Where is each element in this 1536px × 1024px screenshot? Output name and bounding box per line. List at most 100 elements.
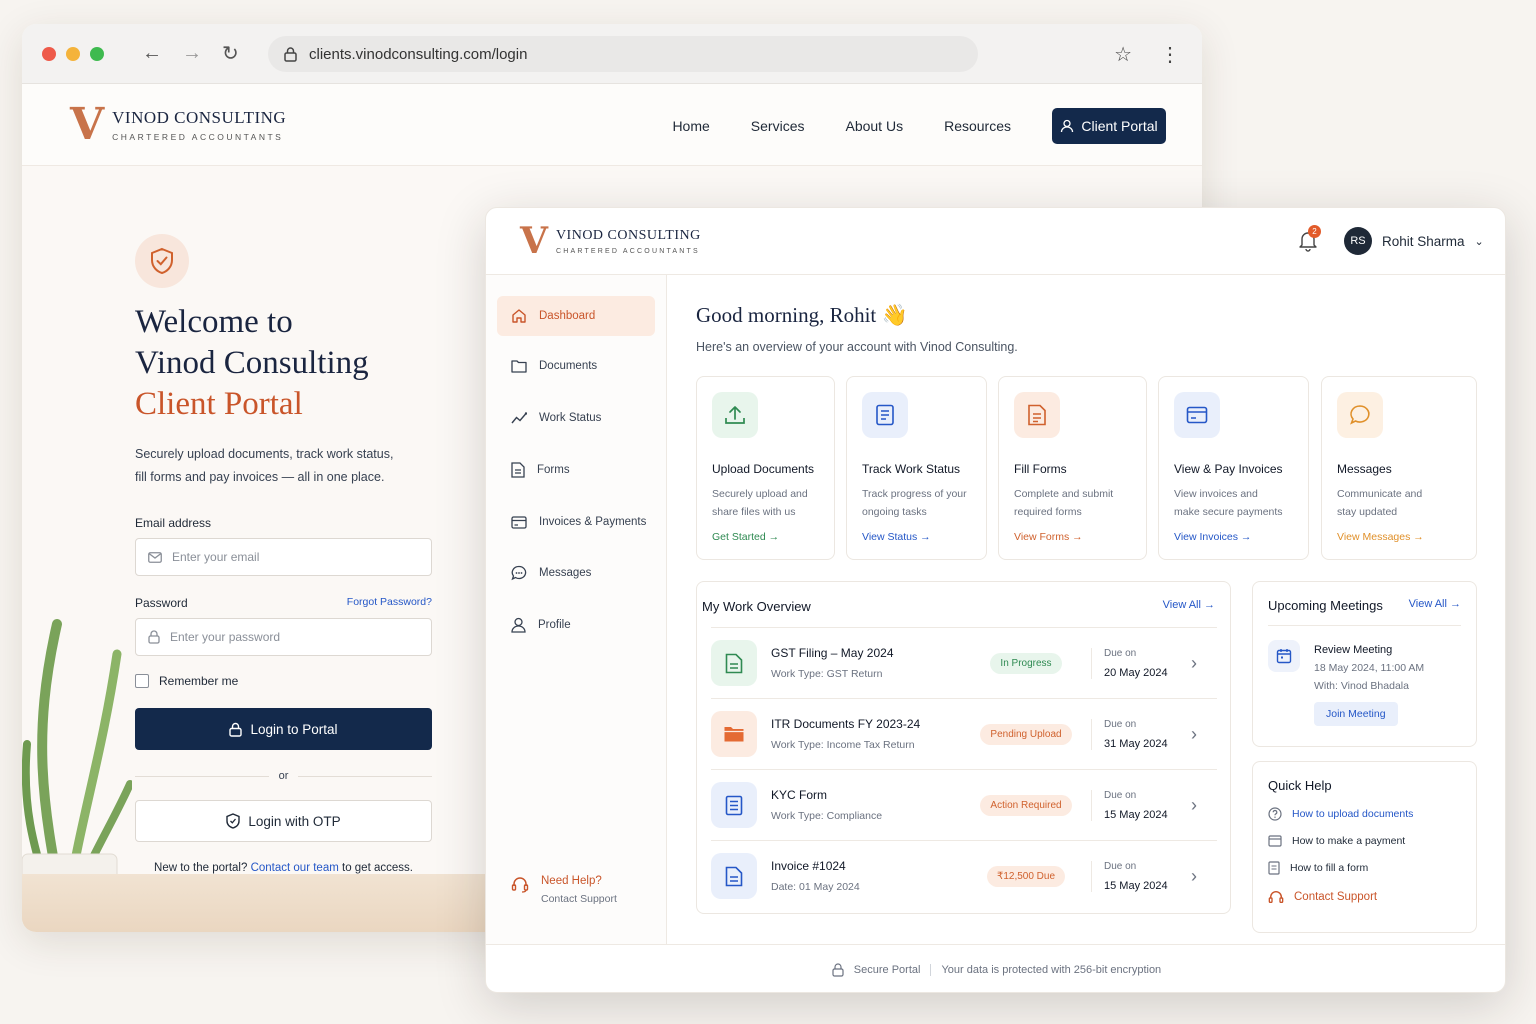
work-overview-view-all-link[interactable]: View All → <box>1163 599 1215 614</box>
maximize-window-button[interactable] <box>90 46 104 61</box>
nav-resources[interactable]: Resources <box>944 118 1011 134</box>
card-track-work-status[interactable]: Track Work Status Track progress of your… <box>846 376 987 560</box>
nav-services[interactable]: Services <box>751 118 805 134</box>
card-desc-line1: View invoices and <box>1174 488 1258 500</box>
card-desc-line2: share files with us <box>712 506 796 518</box>
work-overview-panel: My Work Overview View All → GST Filing –… <box>696 581 1231 914</box>
view-invoices-link[interactable]: View Invoices → <box>1174 531 1293 543</box>
nav-home[interactable]: Home <box>672 118 709 134</box>
need-help-link[interactable]: Need Help? Contact Support <box>511 875 617 905</box>
status-badge: Action Required <box>980 794 1072 816</box>
help-upload-link[interactable]: How to upload documents <box>1268 807 1461 821</box>
chevron-right-icon[interactable]: › <box>1191 866 1197 887</box>
help-form-link[interactable]: How to fill a form <box>1268 861 1461 875</box>
remember-me[interactable]: Remember me <box>135 674 435 688</box>
sidebar-item-documents[interactable]: Documents <box>497 346 655 386</box>
due-label: Due on <box>1104 860 1137 872</box>
work-item-type: Work Type: Income Tax Return <box>771 739 915 751</box>
table-row[interactable]: Invoice #1024 Date: 01 May 2024 ₹12,500 … <box>711 840 1217 911</box>
sidebar-item-label: Profile <box>538 619 571 631</box>
mail-icon <box>148 551 162 563</box>
view-forms-link[interactable]: View Forms → <box>1014 531 1131 543</box>
bookmark-star-icon[interactable]: ☆ <box>1114 42 1132 67</box>
notifications-button[interactable]: 2 <box>1298 225 1321 257</box>
due-date: 15 May 2024 <box>1104 879 1168 892</box>
question-circle-icon <box>1268 807 1282 821</box>
minimize-window-button[interactable] <box>66 46 80 61</box>
sidebar-item-profile[interactable]: Profile <box>497 605 655 645</box>
table-row[interactable]: GST Filing – May 2024 Work Type: GST Ret… <box>711 627 1217 698</box>
otp-button-label: Login with OTP <box>248 813 341 829</box>
table-row[interactable]: KYC Form Work Type: Compliance Action Re… <box>711 769 1217 840</box>
contact-support-link[interactable]: Contact Support <box>1268 889 1461 905</box>
forward-arrow-icon[interactable]: → <box>182 42 202 65</box>
card-title: Fill Forms <box>1014 462 1067 476</box>
help-item-label: How to make a payment <box>1292 835 1406 847</box>
nav-about[interactable]: About Us <box>845 118 903 134</box>
chevron-right-icon[interactable]: › <box>1191 795 1197 816</box>
address-bar[interactable]: clients.vinodconsulting.com/login <box>268 36 978 72</box>
intro-line1: Securely upload documents, track work st… <box>135 447 394 461</box>
payment-card-icon <box>1268 835 1282 847</box>
password-placeholder: Enter your password <box>170 630 281 644</box>
secure-portal-label: Secure Portal <box>853 963 921 976</box>
lock-icon <box>229 722 243 737</box>
lock-icon <box>284 46 297 62</box>
client-portal-button[interactable]: Client Portal <box>1052 108 1166 144</box>
table-row[interactable]: ITR Documents FY 2023-24 Work Type: Inco… <box>711 698 1217 769</box>
card-view-pay-invoices[interactable]: View & Pay Invoices View invoices and ma… <box>1158 376 1309 560</box>
join-meeting-button[interactable]: Join Meeting <box>1314 702 1398 726</box>
meeting-title: Review Meeting <box>1314 644 1393 656</box>
work-item-title: KYC Form <box>771 788 828 802</box>
email-field[interactable]: Enter your email <box>135 538 432 576</box>
chevron-right-icon[interactable]: › <box>1191 653 1197 674</box>
sidebar-item-messages[interactable]: Messages <box>497 553 655 593</box>
sidebar-item-invoices[interactable]: Invoices & Payments <box>497 502 655 542</box>
chevron-right-icon[interactable]: › <box>1191 724 1197 745</box>
back-arrow-icon[interactable]: ← <box>142 42 162 65</box>
help-payment-link[interactable]: How to make a payment <box>1268 835 1461 847</box>
view-status-link[interactable]: View Status → <box>862 531 971 543</box>
lock-icon <box>148 630 160 644</box>
browser-menu-icon[interactable]: ⋮ <box>1160 42 1180 67</box>
chat-icon <box>511 565 527 581</box>
contact-team-link[interactable]: Contact our team <box>251 862 339 874</box>
gst-document-icon <box>711 640 757 686</box>
due-label: Due on <box>1104 718 1137 730</box>
kyc-form-icon <box>711 782 757 828</box>
desk-surface <box>22 874 502 932</box>
card-fill-forms[interactable]: Fill Forms Complete and submit required … <box>998 376 1147 560</box>
otp-login-button[interactable]: Login with OTP <box>135 800 432 842</box>
sidebar-item-label: Messages <box>539 567 592 579</box>
card-messages[interactable]: Messages Communicate and stay updated Vi… <box>1321 376 1477 560</box>
meetings-view-all-link[interactable]: View All → <box>1409 598 1461 613</box>
close-window-button[interactable] <box>42 46 56 61</box>
logo-tagline: CHARTERED ACCOUNTANTS <box>112 131 284 142</box>
site-logo[interactable]: V VINOD CONSULTING CHARTERED ACCOUNTANTS <box>70 102 286 147</box>
login-button[interactable]: Login to Portal <box>135 708 432 750</box>
work-item-title: GST Filing – May 2024 <box>771 646 894 660</box>
card-desc-line2: ongoing tasks <box>862 506 927 518</box>
card-desc-line2: required forms <box>1014 506 1082 518</box>
sidebar-item-dashboard[interactable]: Dashboard <box>497 296 655 336</box>
meeting-with: With: Vinod Bhadala <box>1314 680 1409 692</box>
get-started-link[interactable]: Get Started → <box>712 531 819 543</box>
user-menu[interactable]: RS Rohit Sharma ⌄ <box>1344 227 1484 255</box>
client-portal-label: Client Portal <box>1081 118 1158 134</box>
card-upload-documents[interactable]: Upload Documents Securely upload and sha… <box>696 376 835 560</box>
sidebar-item-forms[interactable]: Forms <box>497 450 655 490</box>
sidebar-item-work-status[interactable]: Work Status <box>497 398 655 438</box>
reload-icon[interactable]: ↻ <box>222 41 239 66</box>
due-label: Due on <box>1104 789 1137 801</box>
new-user-note: New to the portal? Contact our team to g… <box>135 862 432 874</box>
password-field[interactable]: Enter your password <box>135 618 432 656</box>
quick-help-panel: Quick Help How to upload documents How t… <box>1252 761 1477 933</box>
remember-checkbox[interactable] <box>135 674 149 688</box>
forgot-password-link[interactable]: Forgot Password? <box>347 596 432 610</box>
folder-icon <box>511 360 527 373</box>
view-messages-link[interactable]: View Messages → <box>1337 531 1461 543</box>
logo-mark: V <box>520 220 548 262</box>
upcoming-meetings-panel: Upcoming Meetings View All → Review Meet… <box>1252 581 1477 747</box>
dashboard-logo[interactable]: V VINOD CONSULTING CHARTERED ACCOUNTANTS <box>520 223 701 259</box>
status-badge: Pending Upload <box>980 723 1072 745</box>
